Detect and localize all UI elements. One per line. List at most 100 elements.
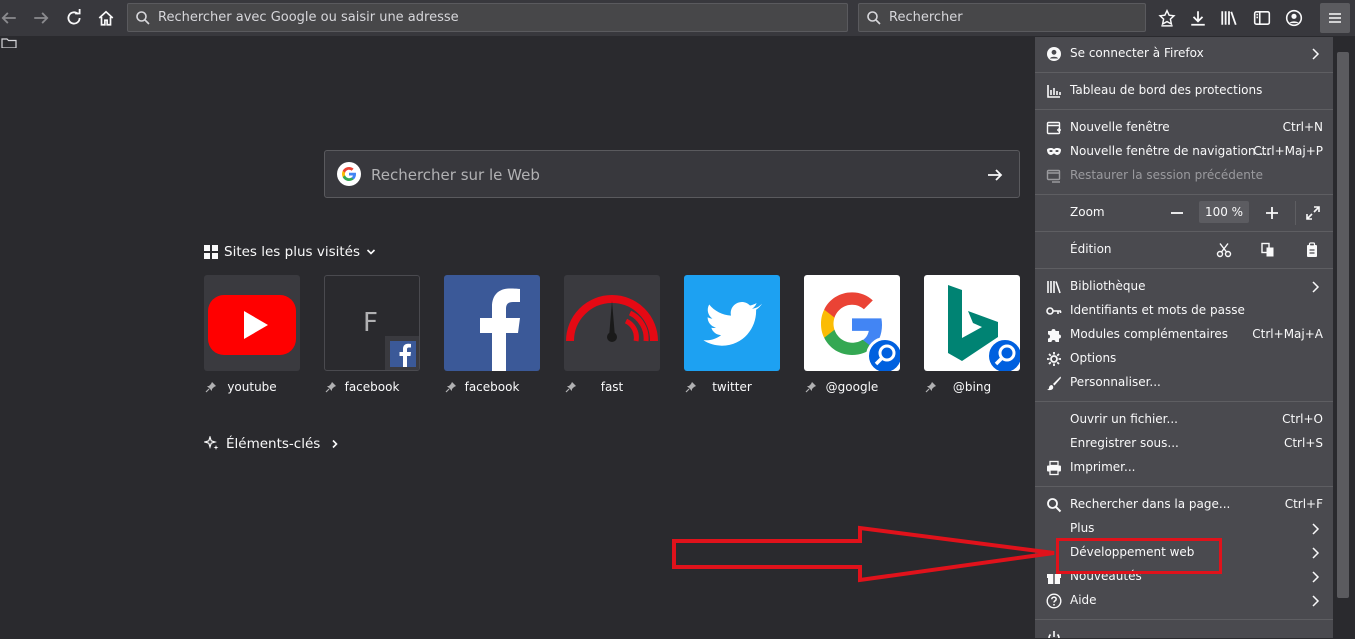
- menu-item-logins[interactable]: Identifiants et mots de passe: [1035, 299, 1333, 323]
- tile-label-google[interactable]: @google: [804, 380, 900, 394]
- zoom-reset-button[interactable]: 100 %: [1199, 201, 1249, 223]
- menu-shortcut: Ctrl+O: [1282, 412, 1323, 426]
- highlights-header[interactable]: Éléments-clés: [204, 436, 340, 452]
- home-button[interactable]: [93, 5, 119, 31]
- menu-item-open-file[interactable]: Ouvrir un fichier... Ctrl+O: [1035, 408, 1333, 432]
- menu-scrollbar-thumb[interactable]: [1337, 52, 1349, 598]
- account-icon: [1285, 9, 1303, 27]
- back-button[interactable]: [0, 5, 22, 31]
- menu-item-sign-in[interactable]: Se connecter à Firefox: [1035, 42, 1333, 66]
- search-icon: [994, 344, 1016, 366]
- top-site-tile-youtube[interactable]: [204, 275, 300, 371]
- menu-item-private-window[interactable]: Nouvelle fenêtre de navigation ... Ctrl+…: [1035, 140, 1333, 164]
- menu-item-library[interactable]: Bibliothèque: [1035, 275, 1333, 299]
- menu-item-new-window[interactable]: Nouvelle fenêtre Ctrl+N: [1035, 116, 1333, 140]
- bookmark-star-button[interactable]: [1154, 5, 1180, 31]
- chevron-down-icon: [366, 249, 376, 255]
- forward-button[interactable]: [28, 5, 54, 31]
- chevron-right-icon: [332, 439, 338, 449]
- facebook-logo-icon: [480, 288, 520, 371]
- menu-item-help[interactable]: Aide: [1035, 589, 1333, 613]
- menu-label: Bibliothèque: [1070, 279, 1146, 293]
- menu-separator: [1035, 72, 1333, 73]
- downloads-button[interactable]: [1185, 5, 1211, 31]
- red-arrow-annotation: [672, 525, 1055, 583]
- menu-shortcut: Ctrl+N: [1282, 120, 1323, 134]
- restore-session-icon: [1046, 169, 1061, 183]
- search-icon: [867, 11, 881, 25]
- tile-label-facebook-letter[interactable]: facebook: [324, 380, 420, 394]
- puzzle-piece-icon: [1048, 329, 1061, 342]
- top-sites-header[interactable]: Sites les plus visités: [204, 244, 376, 260]
- zoom-out-icon[interactable]: [1170, 206, 1184, 220]
- top-site-tile-google[interactable]: [804, 275, 900, 371]
- menu-label: Nouvelle fenêtre de navigation ...: [1070, 144, 1271, 158]
- reload-icon: [67, 9, 81, 25]
- twitter-bird-icon: [703, 301, 763, 346]
- tile-label-facebook[interactable]: facebook: [444, 380, 540, 394]
- menu-label: Nouvelle fenêtre: [1070, 120, 1170, 134]
- menu-label: Imprimer...: [1070, 460, 1136, 474]
- top-site-tile-facebook[interactable]: [444, 275, 540, 371]
- top-site-tile-facebook-letter[interactable]: F: [324, 275, 420, 371]
- menu-shortcut: Ctrl+Maj+A: [1252, 327, 1323, 341]
- menu-item-options[interactable]: Options: [1035, 347, 1333, 371]
- url-bar[interactable]: Rechercher avec Google ou saisir une adr…: [127, 3, 848, 32]
- menu-label: Zoom: [1070, 205, 1105, 219]
- fullscreen-icon[interactable]: [1305, 205, 1321, 221]
- top-site-tile-fast[interactable]: [564, 275, 660, 371]
- key-icon: [1046, 307, 1062, 315]
- sidebar-button[interactable]: [1249, 5, 1275, 31]
- cut-scissors-icon[interactable]: [1216, 242, 1232, 258]
- reload-button[interactable]: [61, 5, 87, 31]
- search-icon: [874, 344, 896, 366]
- menu-label: Tableau de bord des protections: [1070, 83, 1263, 97]
- library-button[interactable]: [1216, 5, 1242, 31]
- web-search-box[interactable]: Rechercher sur le Web: [324, 150, 1020, 198]
- top-site-tile-bing[interactable]: [924, 275, 1020, 371]
- top-site-tile-twitter[interactable]: [684, 275, 780, 371]
- menu-label: Édition: [1070, 242, 1112, 256]
- library-icon: [1221, 11, 1237, 26]
- sidebar-icon: [1253, 11, 1271, 25]
- menu-label: Personnaliser...: [1070, 375, 1161, 389]
- menu-label: Ouvrir un fichier...: [1070, 412, 1178, 426]
- account-button[interactable]: [1281, 5, 1307, 31]
- red-highlight-box: [1056, 538, 1222, 574]
- forward-arrow-icon: [34, 12, 49, 24]
- tile-label-twitter[interactable]: twitter: [684, 380, 780, 394]
- search-bar[interactable]: Rechercher: [858, 3, 1146, 32]
- arrow-right-icon[interactable]: [985, 165, 1005, 185]
- highlights-title: Éléments-clés: [226, 436, 321, 452]
- chevron-right-icon: [1312, 281, 1320, 293]
- grid-icon: [204, 245, 218, 259]
- menu-label: Options: [1070, 351, 1117, 365]
- tile-label-fast[interactable]: fast: [564, 380, 660, 394]
- app-menu-button[interactable]: [1320, 3, 1350, 33]
- search-icon: [1047, 498, 1062, 513]
- facebook-badge: [385, 336, 419, 370]
- paste-icon[interactable]: [1304, 242, 1320, 258]
- chevron-right-icon: [1312, 595, 1320, 607]
- menu-item-save-as[interactable]: Enregistrer sous... Ctrl+S: [1035, 432, 1333, 456]
- tile-label-bing[interactable]: @bing: [924, 380, 1020, 394]
- menu-item-find-in-page[interactable]: Rechercher dans la page... Ctrl+F: [1035, 493, 1333, 517]
- menu-item-restore-session[interactable]: Restaurer la session précédente: [1035, 164, 1333, 188]
- zoom-in-icon[interactable]: [1265, 206, 1279, 220]
- menu-item-customize[interactable]: Personnaliser...: [1035, 371, 1333, 395]
- new-window-icon: [1046, 121, 1061, 135]
- private-mask-icon: [1047, 148, 1061, 155]
- menu-item-addons[interactable]: Modules complémentaires Ctrl+Maj+A: [1035, 323, 1333, 347]
- copy-icon[interactable]: [1260, 242, 1276, 258]
- menu-item-protections[interactable]: Tableau de bord des protections: [1035, 79, 1333, 103]
- chevron-right-icon: [1312, 571, 1320, 583]
- library-icon: [1047, 281, 1061, 294]
- hamburger-icon: [1329, 13, 1341, 23]
- chevron-right-icon: [1312, 547, 1320, 559]
- menu-separator: [1035, 109, 1333, 110]
- tile-label-youtube[interactable]: youtube: [204, 380, 300, 394]
- menu-item-zoom: Zoom 100 %: [1035, 201, 1333, 225]
- menu-item-quit[interactable]: [1035, 626, 1333, 638]
- menu-item-print[interactable]: Imprimer...: [1035, 456, 1333, 480]
- menu-label: Restaurer la session précédente: [1070, 168, 1263, 182]
